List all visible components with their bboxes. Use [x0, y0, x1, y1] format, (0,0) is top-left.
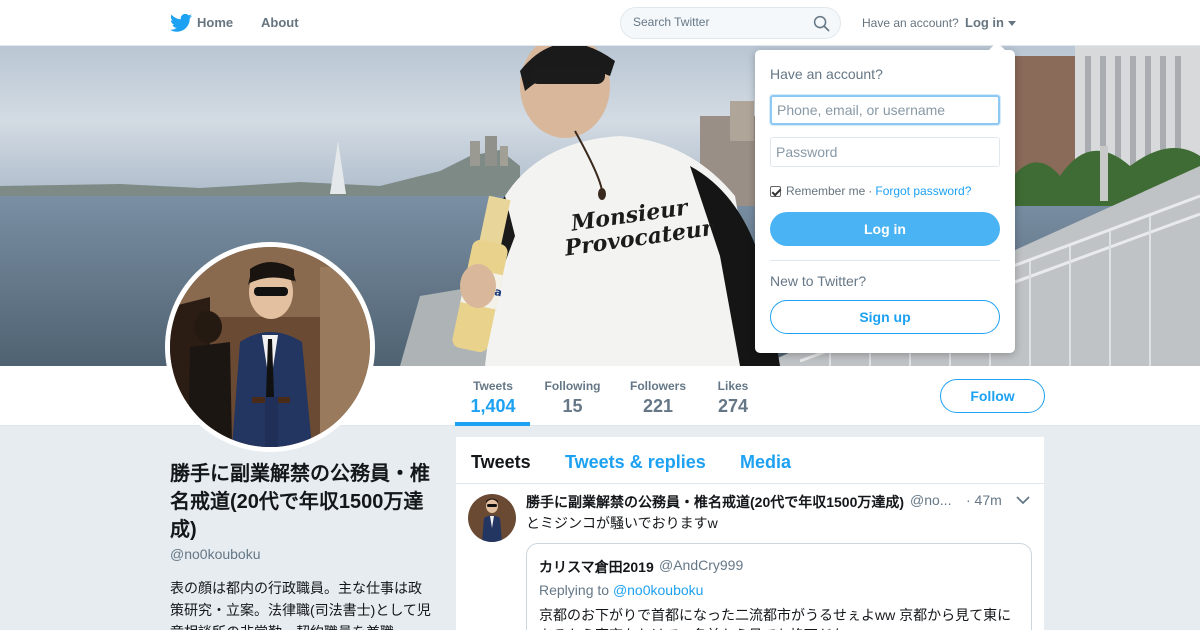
- stat-likes[interactable]: Likes 274: [713, 379, 753, 417]
- tweet-timestamp[interactable]: · 47m: [966, 492, 1002, 508]
- forgot-password-link[interactable]: Forgot password?: [875, 184, 971, 198]
- quoted-replying-to: Replying to @no0kouboku: [539, 582, 703, 598]
- replying-prefix: Replying to: [539, 582, 613, 598]
- search-icon[interactable]: [813, 15, 830, 32]
- remember-me-label[interactable]: Remember me: [786, 184, 865, 198]
- profile-avatar[interactable]: [165, 242, 375, 452]
- follow-button[interactable]: Follow: [940, 379, 1045, 413]
- active-stat-indicator: [455, 422, 530, 426]
- new-to-twitter-text: New to Twitter?: [770, 273, 867, 289]
- tab-tweets-and-replies[interactable]: Tweets & replies: [565, 452, 706, 473]
- quoted-author-handle: @AndCry999: [659, 557, 744, 573]
- password-field[interactable]: [770, 137, 1000, 167]
- have-account-text: Have an account?: [862, 16, 959, 30]
- remember-me-checkbox[interactable]: [770, 185, 781, 197]
- timeline: Tweets Tweets & replies Media 勝手に副業解禁の公務…: [456, 437, 1044, 630]
- stat-following-value: 15: [562, 396, 583, 416]
- remember-me-row: Remember me · Forgot password?: [770, 184, 971, 198]
- quoted-text: 京都のお下がりで首都になった二流都市がうるせぇよww 京都から見て東にあるから東…: [539, 607, 1012, 630]
- nav-home-link[interactable]: Home: [197, 15, 233, 30]
- login-dropdown: Have an account? Remember me · Forgot pa…: [755, 50, 1015, 353]
- tweet-text: とミジンコが騒いでおりますw: [526, 515, 718, 531]
- timeline-tabs: Tweets Tweets & replies Media: [456, 437, 1044, 484]
- tweet-avatar[interactable]: [468, 494, 516, 542]
- tab-media[interactable]: Media: [740, 452, 791, 473]
- stat-likes-label: Likes: [717, 379, 749, 393]
- profile-bio: 表の顔は都内の行政職員。主な仕事は政策研究・立案。法律職(司法書士)として児童相…: [170, 580, 431, 630]
- quoted-author-name: カリスマ倉田2019: [539, 559, 654, 575]
- search-box[interactable]: [620, 7, 841, 39]
- caret-down-icon[interactable]: [1008, 21, 1016, 26]
- stat-following[interactable]: Following 15: [541, 379, 604, 417]
- stat-tweets[interactable]: Tweets 1,404: [462, 379, 524, 417]
- stat-following-label: Following: [544, 379, 601, 393]
- remember-separator: ·: [868, 184, 873, 198]
- stat-followers[interactable]: Followers 221: [626, 379, 690, 417]
- tab-tweets[interactable]: Tweets: [471, 452, 531, 473]
- login-link[interactable]: Log in: [965, 15, 1004, 30]
- profile-name: 勝手に副業解禁の公務員・椎名戒道(20代で年収1500万達成): [170, 463, 430, 541]
- chevron-down-icon[interactable]: [1016, 496, 1030, 505]
- stat-tweets-value: 1,404: [470, 396, 516, 416]
- tweet-author-name[interactable]: 勝手に副業解禁の公務員・椎名戒道(20代で年収1500万達成): [526, 492, 904, 512]
- stat-tweets-label: Tweets: [473, 379, 513, 393]
- top-nav: Home About Have an account? Log in: [0, 0, 1200, 46]
- nav-about-link[interactable]: About: [261, 15, 299, 30]
- search-input[interactable]: [633, 15, 803, 29]
- profile-handle[interactable]: @no0kouboku: [170, 546, 261, 562]
- replying-to-link[interactable]: @no0kouboku: [613, 582, 704, 598]
- username-field[interactable]: [770, 95, 1000, 125]
- twitter-bird-icon[interactable]: [170, 13, 192, 33]
- stat-followers-value: 221: [642, 396, 674, 416]
- signup-button[interactable]: Sign up: [770, 300, 1000, 334]
- dropdown-divider: [770, 260, 1000, 261]
- dropdown-title: Have an account?: [770, 66, 883, 82]
- quoted-tweet[interactable]: カリスマ倉田2019 @AndCry999 Replying to @no0ko…: [526, 543, 1032, 630]
- dropdown-arrow: [989, 42, 1005, 50]
- login-button[interactable]: Log in: [770, 212, 1000, 246]
- tweet-author-handle[interactable]: @no...: [910, 492, 951, 508]
- stat-followers-label: Followers: [629, 379, 686, 393]
- stat-likes-value: 274: [717, 396, 749, 416]
